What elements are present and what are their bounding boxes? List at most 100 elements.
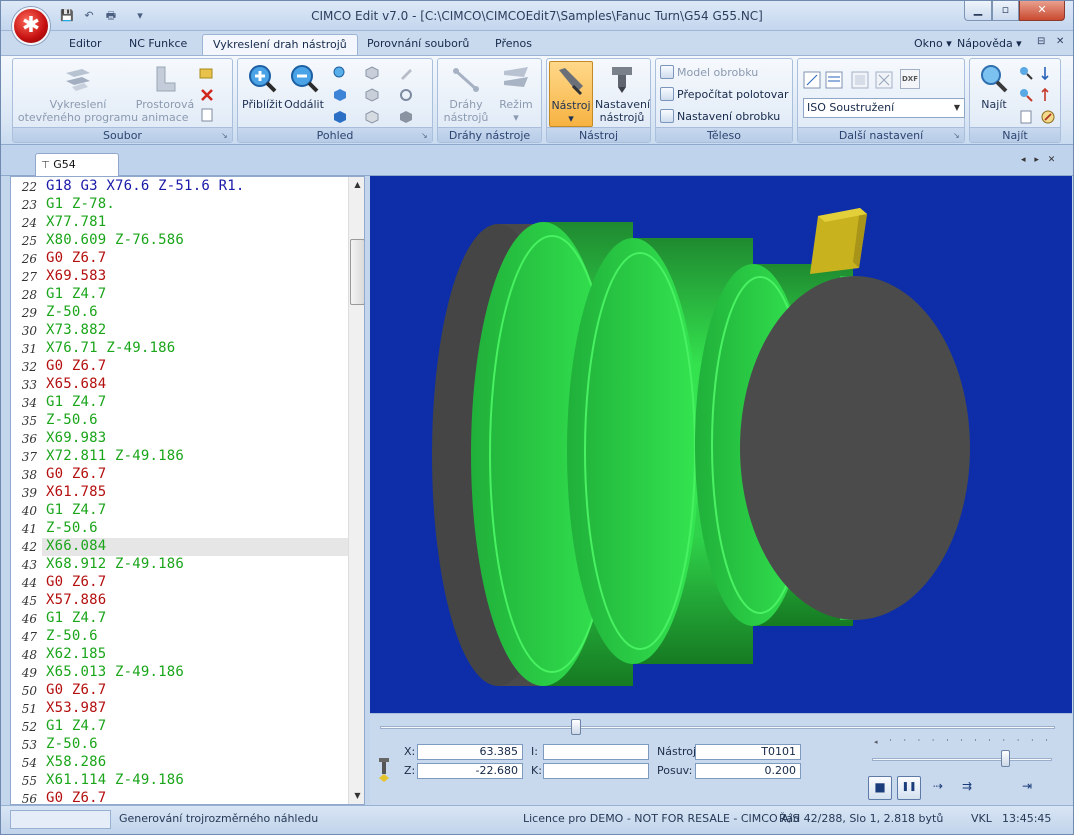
find-prev-icon[interactable] xyxy=(1018,87,1034,103)
mdi-restore-icon[interactable]: ⊟ xyxy=(1037,36,1045,47)
plot-program-button[interactable]: Vykreslení otevřeného programu xyxy=(17,63,139,124)
code-line[interactable]: X62.185 xyxy=(46,646,106,662)
code-line[interactable]: G1 Z4.7 xyxy=(46,502,106,518)
window-settings-icon[interactable] xyxy=(851,71,869,89)
recalculate-stock-button[interactable]: Přepočítat polotovar xyxy=(660,87,788,103)
code-line[interactable]: X73.882 xyxy=(46,322,106,338)
axis-settings-icon[interactable] xyxy=(803,71,821,89)
pause-button[interactable]: ❚❚ xyxy=(897,776,921,800)
nc-code-editor[interactable]: 22 23 24 25 26 27 28 29 30 31 32 33 34 35 36 37 38 39 40 41… xyxy=(10,176,365,805)
stop-button[interactable]: ■ xyxy=(868,776,892,800)
code-line[interactable]: X53.987 xyxy=(46,700,106,716)
code-line[interactable]: X72.811 Z-49.186 xyxy=(46,448,184,464)
toolpath-3d-view[interactable] xyxy=(370,176,1072,713)
view-cube-side-icon[interactable] xyxy=(364,109,380,125)
code-line[interactable]: X57.886 xyxy=(46,592,106,608)
menu-okno[interactable]: Okno ▾ xyxy=(914,37,952,50)
view-hex-blue-icon[interactable] xyxy=(332,109,348,125)
tab-editor[interactable]: Editor xyxy=(59,34,112,55)
code-line[interactable]: X66.084 xyxy=(46,538,106,554)
compass-icon[interactable] xyxy=(1040,109,1056,125)
pencil-icon[interactable] xyxy=(398,65,414,81)
zoom-out-button[interactable]: Oddálit xyxy=(284,63,324,111)
sort-down-icon[interactable] xyxy=(1040,65,1056,81)
code-line[interactable]: X61.785 xyxy=(46,484,106,500)
code-line[interactable]: X76.71 Z-49.186 xyxy=(46,340,175,356)
document-tab[interactable]: ⊤ G54 G55.NC xyxy=(35,153,119,193)
sort-up-icon[interactable] xyxy=(1040,87,1056,103)
stock-settings-button[interactable]: Nastavení obrobku xyxy=(660,109,780,125)
scroll-down-icon[interactable]: ▼ xyxy=(349,788,364,804)
view-cube-front-icon[interactable] xyxy=(364,87,380,103)
document-settings-icon[interactable] xyxy=(199,107,215,123)
code-line[interactable]: X58.286 xyxy=(46,754,106,770)
toolpaths-button[interactable]: Dráhy nástrojů ▾ xyxy=(440,63,492,137)
code-line[interactable]: X80.609 Z-76.586 xyxy=(46,232,184,248)
dialog-launcher-icon[interactable]: ↘ xyxy=(421,131,430,140)
mode-button[interactable]: Režim ▾ xyxy=(492,63,540,124)
code-line[interactable]: Z-50.6 xyxy=(46,520,98,536)
dxf-icon[interactable]: DXF xyxy=(900,69,920,89)
rotate-view-icon[interactable] xyxy=(398,87,414,103)
open-folder-icon[interactable] xyxy=(199,65,215,81)
find-next-icon[interactable] xyxy=(1018,65,1034,81)
code-line[interactable]: G1 Z4.7 xyxy=(46,394,106,410)
tab-nc-funkce[interactable]: NC Funkce xyxy=(119,34,197,55)
document-nav-icons[interactable]: ◂ ▸ ✕ xyxy=(1021,155,1058,165)
code-line[interactable]: X69.983 xyxy=(46,430,106,446)
editor-vertical-scrollbar[interactable]: ▲ ▼ xyxy=(348,177,364,804)
shaded-view-icon[interactable] xyxy=(398,109,414,125)
export-settings-icon[interactable] xyxy=(875,71,893,89)
dialog-launcher-icon[interactable]: ↘ xyxy=(221,131,230,140)
tool-settings-button[interactable]: Nastavení nástrojů xyxy=(595,63,650,124)
code-line[interactable]: X65.013 Z-49.186 xyxy=(46,664,184,680)
code-line[interactable]: Z-50.6 xyxy=(46,736,98,752)
machine-type-select[interactable]: ISO Soustružení ▼ xyxy=(803,98,965,118)
code-line[interactable]: G1 Z4.7 xyxy=(46,286,106,302)
speed-slider-track[interactable] xyxy=(872,758,1052,761)
code-line[interactable]: G0 Z6.7 xyxy=(46,250,106,266)
table-settings-icon[interactable] xyxy=(825,71,843,89)
code-line[interactable]: G0 Z6.7 xyxy=(46,790,106,804)
application-menu-button[interactable]: ✱ xyxy=(12,7,50,45)
view-iso-blue-icon[interactable] xyxy=(332,87,348,103)
code-line[interactable]: G1 Z4.7 xyxy=(46,610,106,626)
tab-vykresleni[interactable]: Vykreslení drah nástrojů xyxy=(202,34,358,55)
fast-forward-button[interactable]: ⇉ xyxy=(955,776,979,800)
code-line[interactable]: X68.912 Z-49.186 xyxy=(46,556,184,572)
code-line[interactable]: G0 Z6.7 xyxy=(46,358,106,374)
code-line[interactable]: X69.583 xyxy=(46,268,106,284)
tool-button[interactable]: Nástroj ▾ xyxy=(549,61,593,127)
stock-model-button[interactable]: Model obrobku xyxy=(660,65,758,81)
step-forward-button[interactable]: ⇢ xyxy=(926,776,950,800)
code-line[interactable]: X77.781 xyxy=(46,214,106,230)
clear-plot-icon[interactable] xyxy=(199,87,215,103)
code-line[interactable]: G0 Z6.7 xyxy=(46,682,106,698)
scrollbar-thumb[interactable] xyxy=(350,239,364,305)
code-line[interactable]: Z-50.6 xyxy=(46,628,98,644)
minimize-button[interactable]: ▁ xyxy=(964,1,992,21)
mdi-close-icon[interactable]: ✕ xyxy=(1056,36,1064,47)
find-document-icon[interactable] xyxy=(1018,109,1034,125)
code-line[interactable]: G18 G3 X76.6 Z-51.6 R1. xyxy=(46,178,244,194)
code-line[interactable]: G0 Z6.7 xyxy=(46,574,106,590)
close-button[interactable]: ✕ xyxy=(1019,1,1065,21)
code-line[interactable]: G0 Z6.7 xyxy=(46,466,106,482)
code-line[interactable]: G1 Z-78. xyxy=(46,196,115,212)
code-line[interactable]: X61.114 Z-49.186 xyxy=(46,772,184,788)
animation-button[interactable]: Prostorová animace xyxy=(135,63,195,124)
simulation-timeline-track[interactable] xyxy=(380,726,1055,729)
maximize-button[interactable]: ▫ xyxy=(992,1,1019,21)
simulation-timeline-thumb[interactable] xyxy=(570,719,581,735)
view-cube-top-icon[interactable] xyxy=(364,65,380,81)
speed-slider-thumb[interactable] xyxy=(1001,750,1011,767)
zoom-in-button[interactable]: Přiblížit xyxy=(242,63,282,111)
code-line[interactable]: G1 Z4.7 xyxy=(46,718,106,734)
tab-prenos[interactable]: Přenos xyxy=(485,34,542,55)
dialog-launcher-icon[interactable]: ↘ xyxy=(953,131,962,140)
scroll-up-icon[interactable]: ▲ xyxy=(349,177,364,193)
go-to-end-button[interactable]: ⇥ xyxy=(1015,776,1039,800)
code-line[interactable]: Z-50.6 xyxy=(46,304,98,320)
zoom-window-icon[interactable] xyxy=(332,65,348,81)
menu-napoveda[interactable]: Nápověda ▾ xyxy=(957,37,1022,50)
